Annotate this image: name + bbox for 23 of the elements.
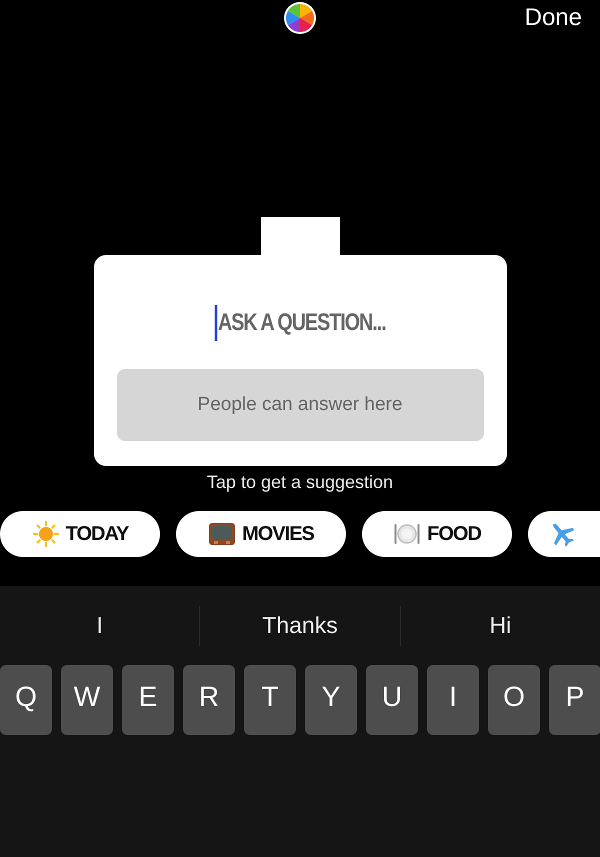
keyboard-key[interactable]: T	[244, 665, 296, 735]
keyboard-key[interactable]: O	[488, 665, 540, 735]
prediction-word[interactable]: Hi	[400, 604, 600, 647]
color-wheel-icon[interactable]	[283, 1, 317, 35]
suggestion-chip[interactable]: FOOD	[362, 511, 512, 557]
keyboard-key[interactable]: E	[122, 665, 174, 735]
television-icon	[208, 520, 236, 548]
suggestion-chip[interactable]: MOVIES	[176, 511, 346, 557]
keyboard-key[interactable]: Y	[305, 665, 357, 735]
prediction-word[interactable]: I	[0, 604, 200, 647]
suggestion-hint: Tap to get a suggestion	[206, 471, 394, 494]
keyboard-key[interactable]: I	[427, 665, 479, 735]
sun-icon	[32, 520, 60, 548]
keyboard-key[interactable]: U	[366, 665, 418, 735]
keyboard-key[interactable]: Q	[0, 665, 52, 735]
prediction-word[interactable]: Thanks	[200, 604, 400, 647]
question-field[interactable]: ASK A QUESTION...	[214, 305, 386, 341]
keyboard-key[interactable]: W	[61, 665, 113, 735]
suggestion-chip[interactable]: TODAY	[0, 511, 160, 557]
done-button[interactable]: Done	[520, 2, 586, 34]
answer-field[interactable]: People can answer here	[116, 369, 484, 441]
keyboard-key[interactable]: P	[549, 665, 600, 735]
keyboard-key[interactable]: R	[183, 665, 235, 735]
